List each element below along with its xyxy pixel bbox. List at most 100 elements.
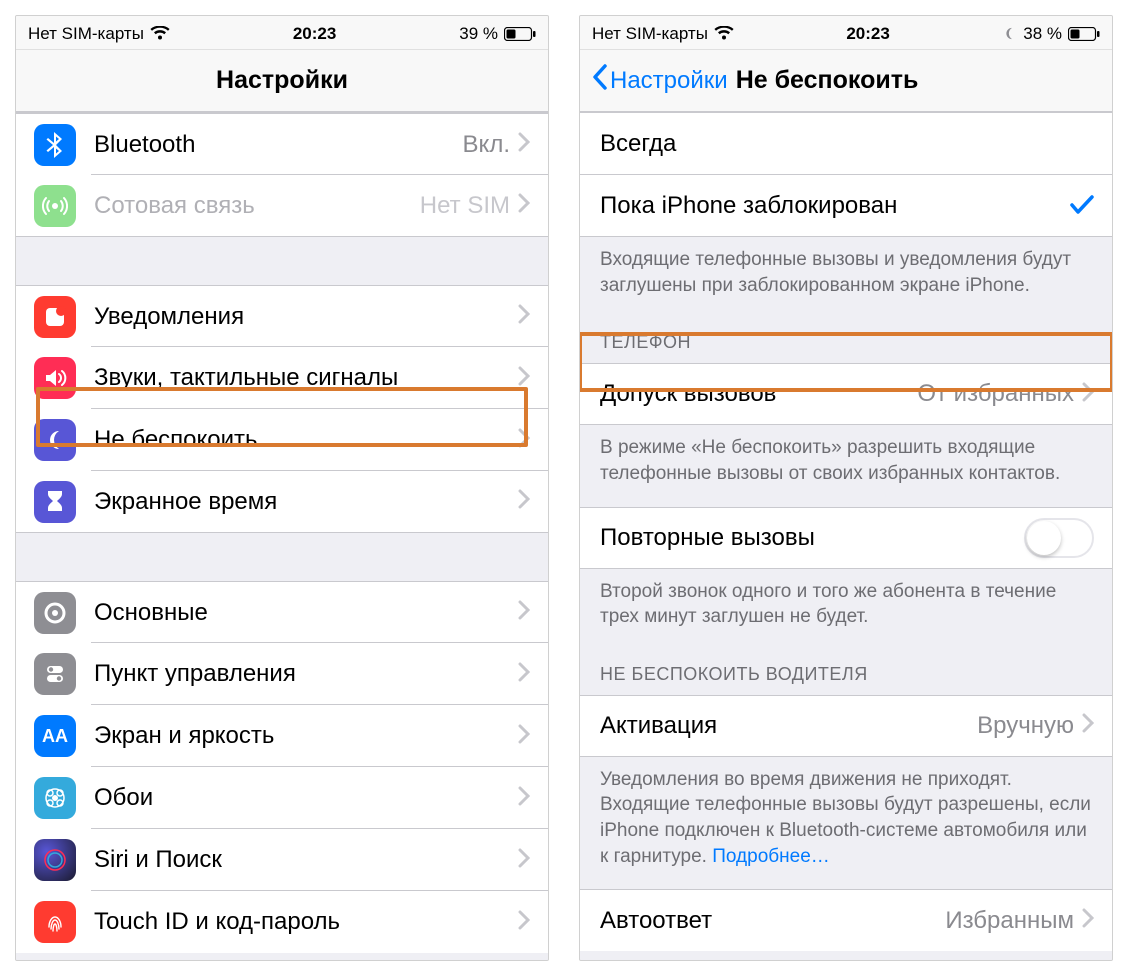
row-label: Звуки, тактильные сигналы bbox=[94, 364, 518, 392]
row-wallpaper[interactable]: Обои bbox=[16, 767, 548, 829]
row-label: Автоответ bbox=[600, 907, 945, 935]
cellular-icon bbox=[34, 185, 76, 227]
row-label: Экран и яркость bbox=[94, 722, 518, 750]
row-label: Не беспокоить bbox=[94, 426, 518, 454]
driving-footer: Уведомления во время движения не приходя… bbox=[580, 757, 1112, 876]
chevron-right-icon bbox=[518, 366, 530, 391]
moon-icon bbox=[34, 419, 76, 461]
row-value: Вкл. bbox=[463, 131, 510, 159]
nav-header: Настройки bbox=[16, 50, 548, 112]
back-label: Настройки bbox=[610, 67, 728, 95]
display-icon: AA bbox=[34, 715, 76, 757]
status-bar: Нет SIM-карты 20:23 39 % bbox=[16, 16, 548, 50]
row-label: Siri и Поиск bbox=[94, 846, 518, 874]
allow-calls-footer: В режиме «Не беспокоить» разрешить входя… bbox=[580, 425, 1112, 492]
row-control-center[interactable]: Пункт управления bbox=[16, 643, 548, 705]
chevron-right-icon bbox=[518, 132, 530, 157]
settings-list[interactable]: Bluetooth Вкл. Сотовая связь Нет SIM Уве… bbox=[16, 112, 548, 960]
row-label: Всегда bbox=[600, 130, 1094, 158]
checkmark-icon bbox=[1070, 190, 1094, 222]
row-silence-locked[interactable]: Пока iPhone заблокирован bbox=[580, 175, 1112, 237]
row-sounds[interactable]: Звуки, тактильные сигналы bbox=[16, 347, 548, 409]
carrier-label: Нет SIM-карты bbox=[28, 24, 144, 44]
chevron-right-icon bbox=[518, 304, 530, 329]
carrier-label: Нет SIM-карты bbox=[592, 24, 708, 44]
row-label: Активация bbox=[600, 712, 977, 740]
row-value: От избранных bbox=[917, 380, 1074, 408]
chevron-right-icon bbox=[518, 662, 530, 687]
repeated-footer: Второй звонок одного и того же абонента … bbox=[580, 569, 1112, 636]
phone-dnd: Нет SIM-карты 20:23 38 % Настройки Не бе… bbox=[579, 15, 1113, 961]
row-siri[interactable]: Siri и Поиск bbox=[16, 829, 548, 891]
chevron-right-icon bbox=[518, 786, 530, 811]
battery-percent: 39 % bbox=[459, 24, 498, 44]
chevron-right-icon bbox=[1082, 908, 1094, 933]
row-label: Пока iPhone заблокирован bbox=[600, 192, 1070, 220]
row-repeated-calls[interactable]: Повторные вызовы bbox=[580, 507, 1112, 569]
back-button[interactable]: Настройки bbox=[592, 64, 728, 97]
chevron-right-icon bbox=[518, 428, 530, 453]
status-bar: Нет SIM-карты 20:23 38 % bbox=[580, 16, 1112, 50]
chevron-left-icon bbox=[592, 64, 608, 97]
row-label: Обои bbox=[94, 784, 518, 812]
row-label: Основные bbox=[94, 599, 518, 627]
battery-percent: 38 % bbox=[1023, 24, 1062, 44]
control-center-icon bbox=[34, 653, 76, 695]
section-header-phone: ТЕЛЕФОН bbox=[580, 304, 1112, 363]
row-value: Нет SIM bbox=[420, 192, 510, 220]
row-silence-always[interactable]: Всегда bbox=[580, 113, 1112, 175]
row-activation[interactable]: Активация Вручную bbox=[580, 695, 1112, 757]
chevron-right-icon bbox=[518, 848, 530, 873]
chevron-right-icon bbox=[1082, 382, 1094, 407]
phone-settings: Нет SIM-карты 20:23 39 % Настройки Bluet… bbox=[15, 15, 549, 961]
wallpaper-icon bbox=[34, 777, 76, 819]
wifi-icon bbox=[150, 26, 170, 41]
row-allow-calls[interactable]: Допуск вызовов От избранных bbox=[580, 363, 1112, 425]
page-title: Настройки bbox=[16, 66, 548, 95]
row-value: Вручную bbox=[977, 712, 1074, 740]
sounds-icon bbox=[34, 357, 76, 399]
section-header-driving: НЕ БЕСПОКОИТЬ ВОДИТЕЛЯ bbox=[580, 636, 1112, 695]
nav-header: Настройки Не беспокоить bbox=[580, 50, 1112, 112]
row-label: Пункт управления bbox=[94, 660, 518, 688]
gear-icon bbox=[34, 592, 76, 634]
chevron-right-icon bbox=[518, 193, 530, 218]
dnd-list[interactable]: Всегда Пока iPhone заблокирован Входящие… bbox=[580, 112, 1112, 960]
row-value: Избранным bbox=[945, 907, 1074, 935]
notifications-icon bbox=[34, 296, 76, 338]
page-title: Не беспокоить bbox=[736, 66, 919, 95]
learn-more-link[interactable]: Подробнее… bbox=[712, 846, 830, 867]
chevron-right-icon bbox=[518, 910, 530, 935]
row-touchid[interactable]: Touch ID и код-пароль bbox=[16, 891, 548, 953]
chevron-right-icon bbox=[518, 724, 530, 749]
row-general[interactable]: Основные bbox=[16, 581, 548, 643]
hourglass-icon bbox=[34, 481, 76, 523]
silence-footer: Входящие телефонные вызовы и уведомления… bbox=[580, 237, 1112, 304]
row-label: Экранное время bbox=[94, 488, 518, 516]
wifi-icon bbox=[714, 26, 734, 41]
clock: 20:23 bbox=[846, 24, 889, 44]
chevron-right-icon bbox=[1082, 713, 1094, 738]
battery-icon bbox=[1068, 27, 1100, 41]
clock: 20:23 bbox=[293, 24, 336, 44]
row-label: Повторные вызовы bbox=[600, 524, 1024, 552]
row-autoreply[interactable]: Автоответ Избранным bbox=[580, 889, 1112, 951]
row-label: Bluetooth bbox=[94, 131, 463, 159]
row-cellular[interactable]: Сотовая связь Нет SIM bbox=[16, 175, 548, 237]
row-display[interactable]: AA Экран и яркость bbox=[16, 705, 548, 767]
siri-icon bbox=[34, 839, 76, 881]
row-label: Допуск вызовов bbox=[600, 380, 917, 408]
dnd-moon-icon bbox=[1002, 26, 1017, 41]
row-screentime[interactable]: Экранное время bbox=[16, 471, 548, 533]
repeated-calls-toggle[interactable] bbox=[1024, 518, 1094, 558]
row-label: Сотовая связь bbox=[94, 192, 420, 220]
row-dnd[interactable]: Не беспокоить bbox=[16, 409, 548, 471]
chevron-right-icon bbox=[518, 600, 530, 625]
battery-icon bbox=[504, 27, 536, 41]
chevron-right-icon bbox=[518, 489, 530, 514]
row-notifications[interactable]: Уведомления bbox=[16, 285, 548, 347]
row-bluetooth[interactable]: Bluetooth Вкл. bbox=[16, 113, 548, 175]
bluetooth-icon bbox=[34, 124, 76, 166]
row-label: Уведомления bbox=[94, 303, 518, 331]
fingerprint-icon bbox=[34, 901, 76, 943]
